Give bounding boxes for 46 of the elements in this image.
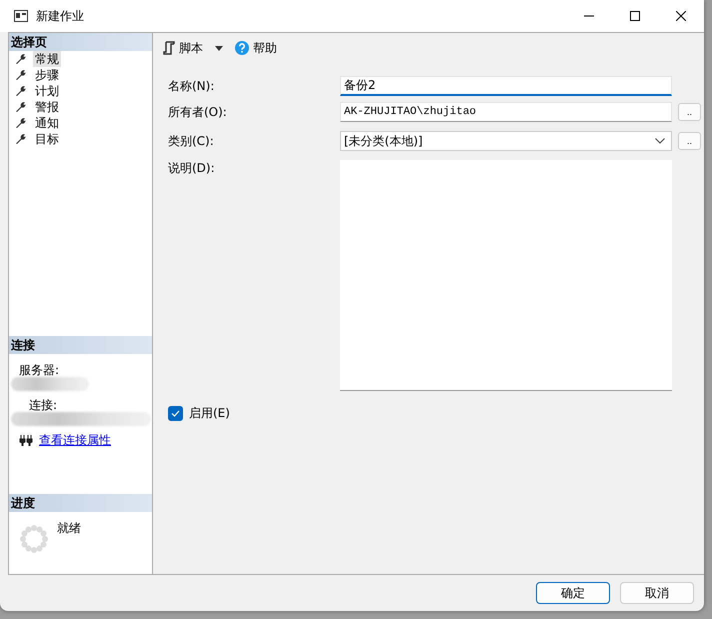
category-label: 类别(C):	[168, 132, 215, 150]
ok-button[interactable]: 确定	[536, 582, 610, 604]
page-item[interactable]: 计划	[33, 83, 61, 99]
progress-status: 就绪	[57, 520, 81, 537]
enabled-checkbox[interactable]	[168, 406, 183, 421]
spinner-icon	[19, 524, 49, 554]
section-header: 连接	[9, 336, 152, 354]
server-label: 服务器:	[19, 362, 60, 379]
name-label: 名称(N):	[168, 78, 216, 94]
page-item[interactable]: 常规	[33, 51, 61, 67]
maximize-icon	[630, 11, 640, 21]
page-item[interactable]: 步骤	[33, 67, 61, 83]
description-field[interactable]	[340, 160, 672, 391]
chevron-icon	[655, 138, 665, 144]
browse-button[interactable]: ..	[678, 132, 701, 150]
section-header: 选择页	[9, 33, 152, 51]
script-button[interactable]: 脚本	[161, 40, 205, 56]
page-item[interactable]: 通知	[33, 115, 61, 131]
wrench-icon	[15, 85, 27, 97]
category-dropdown[interactable]: [未分类(本地)]	[340, 131, 672, 151]
name-field[interactable]: 备份2	[340, 76, 672, 96]
window-title: 新建作业	[36, 8, 84, 24]
owner-label: 所有者(O):	[168, 104, 228, 120]
dropdown-caret-icon[interactable]	[215, 46, 223, 50]
cancel-button[interactable]: 取消	[620, 582, 694, 604]
enabled-label: 启用(E)	[189, 405, 230, 422]
wrench-icon	[15, 53, 27, 65]
checkmark-icon	[171, 410, 180, 417]
wrench-icon	[15, 133, 27, 145]
help-icon	[235, 41, 249, 55]
description-label: 说明(D):	[168, 160, 216, 177]
connection-label: 连接:	[29, 397, 58, 414]
help-button[interactable]: 帮助	[233, 40, 279, 56]
window-icon	[14, 10, 28, 22]
section-header: 进度	[9, 494, 152, 512]
wrench-icon	[15, 117, 27, 129]
wrench-icon	[15, 101, 27, 113]
close-icon	[676, 11, 686, 21]
browse-button[interactable]: ..	[678, 103, 701, 121]
owner-field[interactable]: AK-ZHUJITAO\zhujitao	[340, 102, 672, 122]
connection-properties-link[interactable]: 查看连接属性	[39, 432, 111, 448]
page-item[interactable]: 警报	[33, 99, 61, 115]
wrench-icon	[15, 69, 27, 81]
page-item[interactable]: 目标	[33, 131, 61, 147]
plug-icon	[19, 434, 33, 446]
scroll-icon	[163, 41, 175, 55]
